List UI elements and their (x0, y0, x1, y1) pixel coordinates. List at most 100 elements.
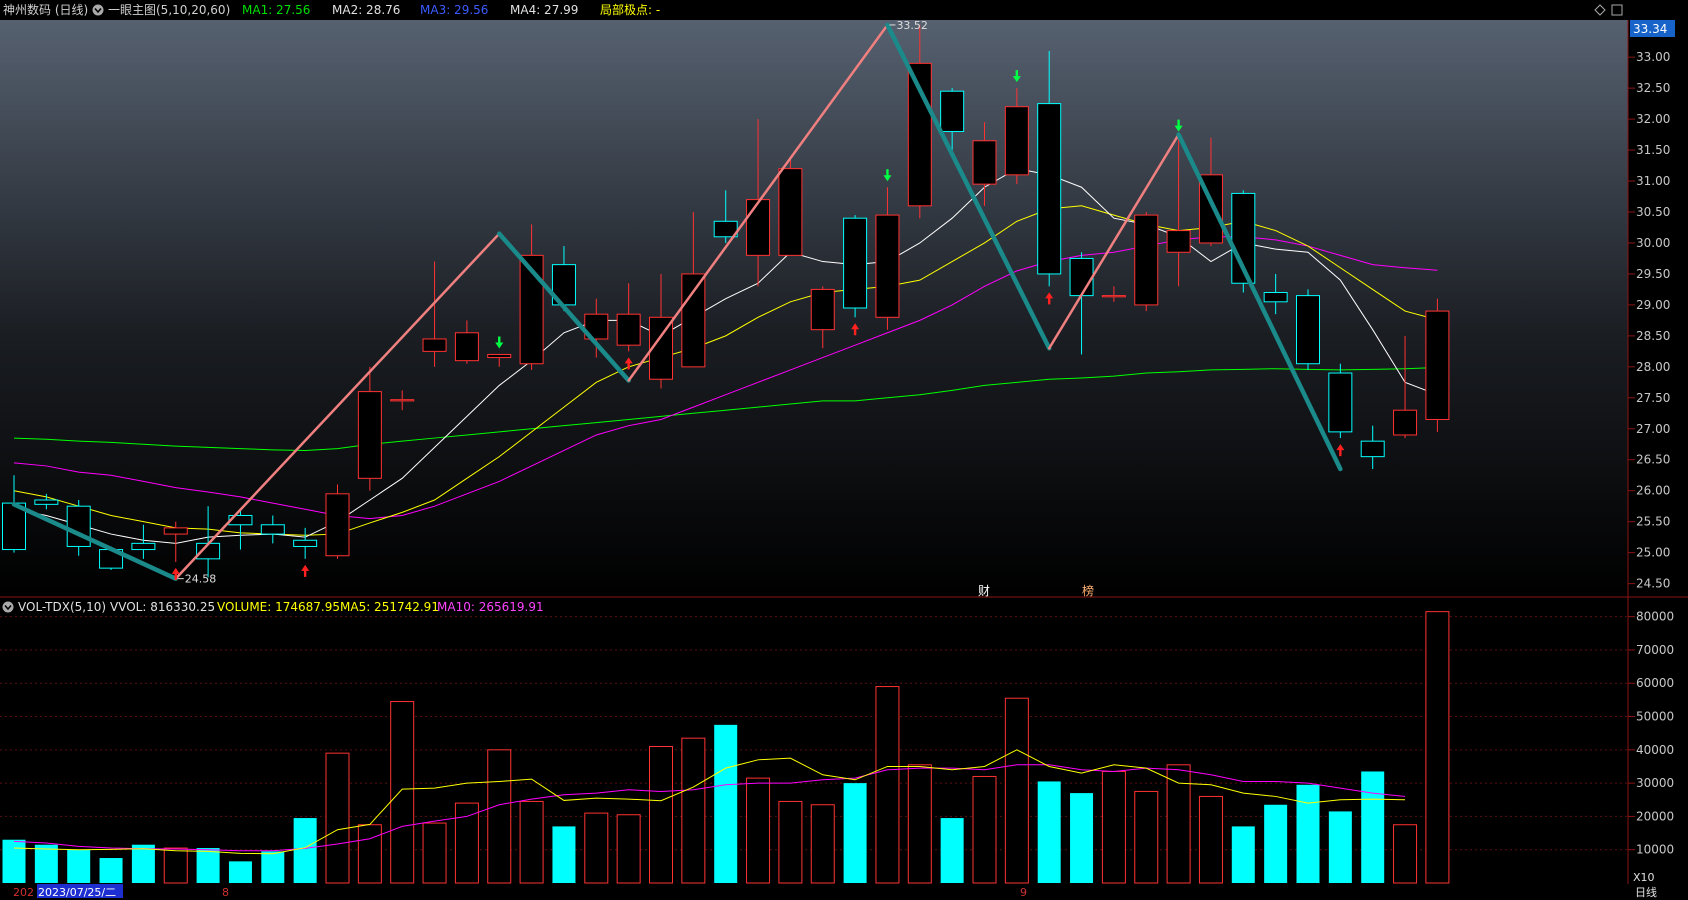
candle (1296, 289, 1320, 370)
last-price-text: 33.34 (1633, 22, 1667, 36)
candle-body (1101, 295, 1126, 298)
volume-bar (196, 848, 220, 883)
price-tick-label: 26.50 (1636, 453, 1670, 467)
volume-tick-label: 80000 (1636, 610, 1674, 624)
volume-bar (34, 844, 58, 883)
candle-body (843, 217, 868, 309)
volume-bar (422, 822, 447, 884)
volume-bar (1393, 824, 1418, 884)
candle-body (1425, 310, 1450, 420)
volume-bar (131, 844, 155, 883)
volume-bar (616, 814, 641, 884)
price-tick-label: 31.50 (1636, 143, 1670, 157)
indicator-name[interactable]: 一眼主图(5,10,20,60) (108, 3, 230, 17)
candle-body (1069, 257, 1094, 297)
volume-tick-label: 50000 (1636, 710, 1674, 724)
volume-bar (1037, 781, 1061, 883)
ma1-readout: MA1: 27.56 (242, 3, 310, 17)
candle-body (1037, 103, 1062, 275)
candle-body (357, 391, 382, 479)
volume-bar (454, 802, 479, 884)
price-tick-label: 29.50 (1636, 267, 1670, 281)
candle-body (1004, 106, 1029, 176)
volume-bar (1264, 804, 1288, 883)
price-tick-label: 30.00 (1636, 236, 1670, 250)
candle (843, 215, 868, 318)
vol-ma5-readout: MA5: 251742.91 (340, 600, 439, 614)
date-cursor-label: 2023/07/25/二 (38, 886, 116, 899)
volume-tick-label: 30000 (1636, 776, 1674, 790)
candle-body (34, 499, 59, 505)
candle-body (325, 493, 350, 557)
volume-bar (907, 764, 932, 884)
candle-body (875, 214, 900, 318)
price-tick-label: 32.00 (1636, 112, 1670, 126)
candle-body (422, 338, 447, 352)
volume-indicator-name[interactable]: VOL-TDX(5,10) (18, 600, 106, 614)
volume-tick-label: 20000 (1636, 809, 1674, 823)
price-tick-label: 33.00 (1636, 50, 1670, 64)
volume-bar (67, 849, 91, 883)
annotation-label: 33.52 (896, 19, 928, 32)
volume-bar (261, 851, 285, 883)
price-tick-label: 31.00 (1636, 174, 1670, 188)
vvol-readout: VVOL: 816330.25 (110, 600, 215, 614)
candle-body (293, 539, 318, 547)
volume-bar (714, 724, 738, 883)
candle-body (940, 90, 965, 132)
indicator-menu-icon[interactable] (92, 4, 104, 16)
volume-bar (1328, 811, 1352, 883)
volume-bar (390, 701, 415, 884)
candle-body (487, 353, 512, 359)
volume-bar (972, 775, 997, 884)
ranking-marker[interactable]: 榜 (1082, 583, 1094, 598)
candle-body (1296, 295, 1320, 365)
volume-bar (1296, 784, 1320, 883)
volume-bar (293, 818, 317, 883)
volume-bar (1198, 795, 1223, 884)
candle-body (1263, 292, 1288, 303)
vol-ma10-readout: MA10: 265619.91 (437, 600, 544, 614)
candle-body (1328, 372, 1353, 433)
volume-bar (1166, 764, 1191, 884)
volume-bar (843, 783, 867, 883)
volume-bar (1070, 793, 1094, 883)
volume-readout: VOLUME: 174687.95 (217, 600, 340, 614)
price-tick-label: 27.50 (1636, 391, 1670, 405)
volume-bar (1231, 826, 1255, 883)
candle (1134, 212, 1159, 312)
candle-body (746, 199, 771, 256)
candle-body (260, 524, 285, 535)
pivot-readout: 局部极点: - (600, 2, 660, 17)
candle-body (454, 332, 479, 362)
candle (325, 484, 350, 559)
volume-bar (1134, 790, 1159, 884)
volume-bar (552, 826, 576, 883)
volume-bar (1101, 770, 1126, 884)
price-tick-label: 32.50 (1636, 81, 1670, 95)
price-tick-label: 27.00 (1636, 422, 1670, 436)
chart-canvas[interactable]: 神州数码 (日线) 一眼主图(5,10,20,60) MA1: 27.56 MA… (0, 0, 1688, 900)
stock-title[interactable]: 神州数码 (日线) (3, 2, 88, 17)
volume-bar (681, 737, 706, 884)
candle-body (66, 505, 91, 547)
candle-body (778, 168, 803, 256)
volume-bar (746, 777, 771, 884)
volume-bar (649, 745, 673, 884)
candle-body (810, 288, 835, 331)
ma4-readout: MA4: 27.99 (510, 3, 578, 17)
candle-body (163, 527, 188, 535)
candle (1328, 363, 1353, 439)
period-label[interactable]: 日线 (1635, 885, 1657, 899)
volume-tick-label: 40000 (1636, 743, 1674, 757)
ma3-readout: MA3: 29.56 (420, 3, 488, 17)
volume-menu-icon[interactable] (2, 601, 14, 613)
volume-bar (810, 804, 835, 884)
candle-body (390, 399, 415, 402)
volume-bar (778, 800, 803, 884)
volume-bar (2, 839, 26, 883)
volume-bar (325, 752, 350, 884)
finance-marker[interactable]: 财 (978, 584, 990, 598)
price-tick-label: 28.00 (1636, 360, 1670, 374)
price-tick-label: 30.50 (1636, 205, 1670, 219)
